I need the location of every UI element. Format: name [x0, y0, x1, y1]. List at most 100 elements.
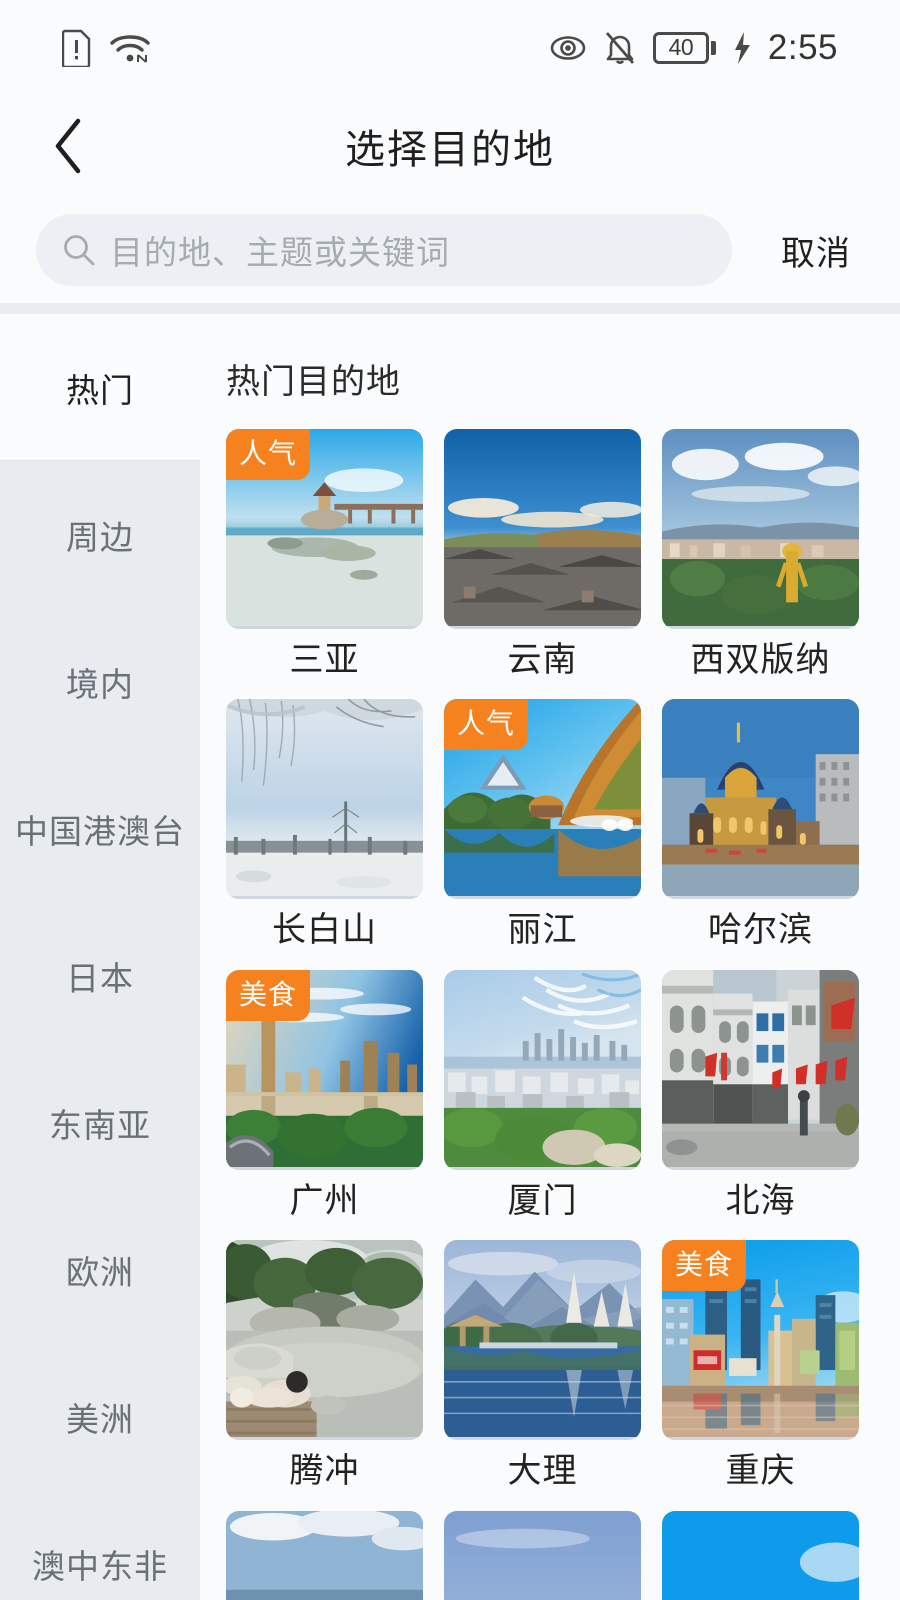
category-sidebar[interactable]: 热门 周边 境内 中国港澳台 日本 东南亚 欧洲 美洲 澳中东非: [0, 314, 200, 1600]
destination-card[interactable]: 北海: [662, 969, 859, 1220]
cathedral-image: [662, 699, 859, 897]
destination-name: 北海: [725, 1181, 796, 1220]
destination-card[interactable]: [444, 1510, 641, 1600]
search-placeholder: 目的地、主题或关键词: [110, 234, 450, 271]
sidebar-item-label: 周边: [66, 518, 134, 556]
destination-card[interactable]: 人气 丽江: [444, 699, 641, 949]
destination-badge: 美食: [226, 969, 311, 1021]
chevron-left-icon: [55, 118, 81, 174]
destination-card[interactable]: 大理: [444, 1240, 641, 1490]
sidebar-item-label: 东南亚: [49, 1106, 151, 1144]
destination-name: 广州: [289, 1181, 360, 1220]
destination-card[interactable]: [226, 1510, 423, 1600]
destination-card[interactable]: 美食 重庆: [662, 1240, 859, 1490]
sidebar-item-nearby[interactable]: 周边: [0, 461, 200, 608]
destination-name: 云南: [507, 641, 578, 679]
sidebar-item-hot[interactable]: 热门: [0, 314, 200, 461]
destination-card[interactable]: 厦门: [444, 969, 641, 1220]
destination-card[interactable]: [662, 1510, 859, 1600]
destination-thumbnail: [444, 1240, 641, 1441]
search-icon: [64, 235, 95, 266]
destination-thumbnail: [662, 1510, 859, 1600]
destination-thumbnail: [226, 699, 423, 900]
eye-icon: [550, 35, 586, 60]
destination-card[interactable]: 哈尔滨: [662, 699, 859, 949]
destination-thumbnail: [662, 429, 859, 629]
sidebar-item-hk-mo-tw[interactable]: 中国港澳台: [0, 755, 200, 902]
destination-thumbnail: 人气: [226, 429, 423, 629]
destination-name: 厦门: [507, 1181, 578, 1220]
destination-name: 重庆: [725, 1452, 796, 1491]
destination-thumbnail: [662, 969, 859, 1170]
destination-name: 哈尔滨: [708, 911, 813, 950]
sidebar-item-southeast-asia[interactable]: 东南亚: [0, 1049, 200, 1196]
sidebar-item-oceania-mideast-africa[interactable]: 澳中东非: [0, 1490, 200, 1600]
destination-thumbnail: [226, 1510, 423, 1600]
oldtown-image: [444, 429, 641, 626]
sidebar-item-label: 澳中东非: [32, 1547, 168, 1585]
sidebar-item-label: 境内: [66, 665, 134, 703]
status-bar-left: [62, 29, 152, 67]
hotspring-image: [226, 1240, 423, 1438]
destination-card[interactable]: 腾冲: [226, 1240, 423, 1490]
destination-card[interactable]: 人气 三亚: [226, 429, 423, 679]
sidebar-item-domestic[interactable]: 境内: [0, 608, 200, 755]
sidebar-item-label: 日本: [66, 959, 134, 997]
destination-card[interactable]: 美食 广州: [226, 969, 423, 1220]
destination-thumbnail: 人气: [444, 699, 641, 900]
cancel-button[interactable]: 取消: [732, 226, 900, 275]
destination-card[interactable]: 云南: [444, 429, 641, 679]
battery-cap: [710, 40, 716, 55]
snow-image: [226, 699, 423, 897]
nav-bar: 选择目的地: [0, 95, 900, 197]
coastcity-image: [444, 969, 641, 1167]
destination-name: 长白山: [272, 911, 377, 950]
app-screen: 40 2:55 选择目的地 目的地、主题或关键词 取消 热门 周边 境内 中国港…: [0, 0, 900, 1600]
sidebar-item-japan[interactable]: 日本: [0, 902, 200, 1049]
section-title: 热门目的地: [226, 363, 401, 401]
status-bar: 40 2:55: [0, 0, 900, 95]
wifi-icon: [110, 34, 150, 63]
bell-off-icon: [605, 31, 634, 64]
cut-image: [226, 1510, 423, 1600]
sidebar-item-label: 中国港澳台: [15, 812, 185, 850]
destination-name: 三亚: [289, 641, 360, 679]
destination-badge: 人气: [226, 429, 311, 480]
sidebar-item-americas[interactable]: 美洲: [0, 1343, 200, 1490]
sim-alert-icon: [62, 29, 91, 67]
cut-image: [662, 1510, 859, 1600]
search-row: 目的地、主题或关键词 取消: [0, 197, 900, 303]
destination-panel: 热门目的地 人气 三亚 云南 西双版纳 长白山 人气 丽江 哈尔滨 美食 广州 …: [200, 314, 900, 1600]
destination-thumbnail: 美食: [226, 969, 423, 1170]
destination-thumbnail: [662, 699, 859, 900]
destination-card[interactable]: 长白山: [226, 699, 423, 949]
search-input[interactable]: 目的地、主题或关键词: [36, 214, 732, 286]
status-bar-right: 40 2:55: [549, 28, 838, 68]
back-button[interactable]: [36, 114, 100, 178]
charging-bolt-icon: [734, 31, 750, 64]
destination-thumbnail: [226, 1240, 423, 1441]
destination-name: 大理: [507, 1452, 578, 1491]
battery-level: 40: [668, 34, 694, 60]
sidebar-item-europe[interactable]: 欧洲: [0, 1196, 200, 1343]
battery-indicator: 40: [652, 31, 716, 64]
battery-body: 40: [652, 31, 709, 64]
cut-image: [444, 1510, 641, 1600]
section-divider: [0, 303, 900, 314]
content-area: 热门 周边 境内 中国港澳台 日本 东南亚 欧洲 美洲 澳中东非 热门目的地 人…: [0, 314, 900, 1600]
destination-badge: 人气: [444, 699, 529, 751]
oldstreet-image: [662, 969, 859, 1167]
destination-card[interactable]: 西双版纳: [662, 429, 859, 679]
sidebar-item-label: 美洲: [66, 1400, 134, 1438]
destination-thumbnail: [444, 1510, 641, 1600]
destination-name: 腾冲: [289, 1452, 360, 1491]
buddha-image: [662, 429, 859, 626]
sidebar-item-label: 欧洲: [66, 1253, 134, 1291]
destination-name: 丽江: [507, 911, 578, 950]
sidebar-item-label: 热门: [66, 371, 134, 409]
clock: 2:55: [767, 27, 838, 67]
destination-name: 西双版纳: [690, 641, 831, 679]
destination-badge: 美食: [662, 1240, 747, 1292]
page-title: 选择目的地: [345, 128, 555, 172]
destination-thumbnail: [444, 969, 641, 1170]
